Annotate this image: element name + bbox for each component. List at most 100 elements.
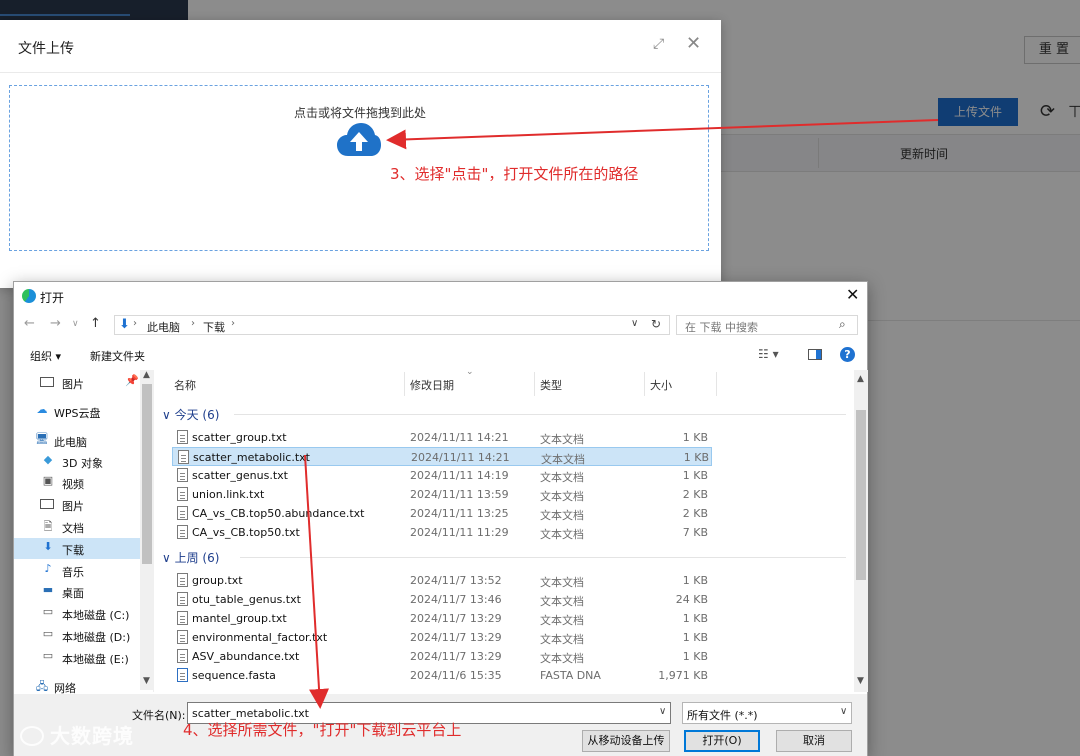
- navigation-sidebar: 图片 📌 ☁ WPS云盘 🖥 此电脑 ◆ 3D 对象 ▣ 视频 图片 🗎 文档 …: [14, 370, 154, 695]
- scrollbar-thumb[interactable]: [142, 384, 152, 564]
- search-input[interactable]: 在 下载 中搜索 ⌕: [676, 315, 858, 335]
- file-row[interactable]: mantel_group.txt 2024/11/7 13:29 文本文档 1 KB: [172, 609, 712, 628]
- breadcrumb-this-pc[interactable]: 此电脑: [147, 319, 180, 335]
- file-name: otu_table_genus.txt: [192, 593, 301, 606]
- file-list: 名称 ⌄ 修改日期 类型 大小 ∨ 今天 (6) scatter_group.t…: [160, 367, 854, 692]
- sort-caret-icon: ⌄: [466, 367, 474, 377]
- new-folder-button[interactable]: 新建文件夹: [90, 348, 145, 364]
- forward-arrow-icon[interactable]: →: [50, 316, 61, 331]
- back-arrow-icon[interactable]: ←: [24, 316, 35, 331]
- file-date: 2024/11/11 13:25: [410, 507, 509, 520]
- network-icon: 🖧: [35, 680, 49, 693]
- file-row[interactable]: scatter_genus.txt 2024/11/11 14:19 文本文档 1 K…: [172, 466, 712, 485]
- file-type: 文本文档: [540, 471, 584, 484]
- sidebar-item-drive-c[interactable]: ▭ 本地磁盘 (C:): [14, 603, 140, 624]
- dialog-close-icon[interactable]: ✕: [846, 285, 859, 304]
- scroll-down-icon[interactable]: ▼: [857, 676, 864, 686]
- fasta-file-icon: [177, 668, 188, 682]
- collapse-icon: ∨: [162, 551, 175, 565]
- file-name: mantel_group.txt: [192, 612, 287, 625]
- file-name: scatter_genus.txt: [192, 469, 288, 482]
- navigation-bar: ← → ∨ ↑ ⬇ › 此电脑 › 下载 › ∨ ↻ 在 下载 中搜索 ⌕: [14, 312, 867, 338]
- text-file-icon: [177, 487, 188, 501]
- sidebar-item-videos[interactable]: ▣ 视频: [14, 472, 140, 493]
- file-name: CA_vs_CB.top50.abundance.txt: [192, 507, 365, 520]
- file-type: 文本文档: [540, 433, 584, 446]
- column-size[interactable]: 大小: [650, 377, 672, 393]
- fullscreen-icon[interactable]: ⤢: [653, 36, 664, 52]
- scroll-down-icon[interactable]: ▼: [143, 676, 150, 686]
- scroll-up-icon[interactable]: ▲: [857, 374, 864, 384]
- file-date: 2024/11/7 13:46: [410, 593, 502, 606]
- file-date: 2024/11/7 13:52: [410, 574, 502, 587]
- open-button[interactable]: 打开(O): [684, 730, 760, 752]
- organize-button[interactable]: 组织 ▾: [30, 348, 61, 364]
- text-file-icon: [177, 611, 188, 625]
- help-icon[interactable]: ?: [840, 347, 855, 362]
- group-header-today[interactable]: ∨ 今天 (6): [162, 406, 219, 423]
- text-file-icon: [177, 573, 188, 587]
- sidebar-item-3d-objects[interactable]: ◆ 3D 对象: [14, 451, 140, 472]
- search-placeholder: 在 下载 中搜索: [685, 321, 758, 334]
- file-row[interactable]: scatter_metabolic.txt 2024/11/11 14:21 文本文…: [172, 447, 712, 466]
- file-row[interactable]: environmental_factor.txt 2024/11/7 13:29 文…: [172, 628, 712, 647]
- this-pc-icon: 🖥: [35, 432, 49, 445]
- file-row[interactable]: union.link.txt 2024/11/11 13:59 文本文档 2 KB: [172, 485, 712, 504]
- upload-from-mobile-button[interactable]: 从移动设备上传: [582, 730, 670, 752]
- sidebar-item-pictures-pinned[interactable]: 图片 📌: [14, 372, 140, 393]
- file-size: 1 KB: [682, 631, 708, 644]
- column-name[interactable]: 名称: [174, 377, 196, 393]
- sidebar-item-downloads[interactable]: ⬇ 下载: [14, 538, 140, 559]
- file-row[interactable]: CA_vs_CB.top50.abundance.txt 2024/11/11 1…: [172, 504, 712, 523]
- text-file-icon: [177, 630, 188, 644]
- address-dropdown-icon[interactable]: ∨: [631, 318, 638, 329]
- column-date[interactable]: 修改日期: [410, 377, 454, 393]
- cloud-upload-icon[interactable]: [336, 122, 382, 158]
- sidebar-item-this-pc[interactable]: 🖥 此电脑: [14, 430, 140, 451]
- file-row[interactable]: sequence.fasta 2024/11/6 15:35 FASTA DNA 1,…: [172, 666, 712, 685]
- group-header-last-week[interactable]: ∨ 上周 (6): [162, 549, 219, 566]
- sidebar-item-desktop[interactable]: ▬ 桌面: [14, 581, 140, 602]
- sidebar-item-drive-e[interactable]: ▭ 本地磁盘 (E:): [14, 647, 140, 668]
- file-type: 文本文档: [540, 595, 584, 608]
- close-icon[interactable]: ✕: [686, 33, 701, 54]
- file-date: 2024/11/7 13:29: [410, 650, 502, 663]
- scrollbar-thumb[interactable]: [856, 410, 866, 580]
- sidebar-item-pictures[interactable]: 图片: [14, 494, 140, 515]
- file-date: 2024/11/11 14:21: [410, 431, 509, 444]
- file-row[interactable]: CA_vs_CB.top50.txt 2024/11/11 11:29 文本文档 7 …: [172, 523, 712, 542]
- up-arrow-icon[interactable]: ↑: [90, 316, 101, 331]
- view-options-icon[interactable]: ☷ ▾: [758, 347, 779, 361]
- file-name: sequence.fasta: [192, 669, 276, 682]
- file-row[interactable]: scatter_group.txt 2024/11/11 14:21 文本文档 1 K…: [172, 428, 712, 447]
- file-row[interactable]: ASV_abundance.txt 2024/11/7 13:29 文本文档 1 KB: [172, 647, 712, 666]
- collapse-icon: ∨: [162, 408, 175, 422]
- preview-pane-icon[interactable]: [808, 349, 822, 360]
- sidebar-item-wps-cloud[interactable]: ☁ WPS云盘: [14, 401, 140, 422]
- text-file-icon: [177, 525, 188, 539]
- sidebar-scrollbar[interactable]: ▲ ▼: [140, 370, 154, 690]
- file-type-dropdown-icon[interactable]: ∨: [840, 706, 847, 717]
- cancel-button[interactable]: 取消: [776, 730, 852, 752]
- file-type: 文本文档: [541, 453, 585, 466]
- column-type[interactable]: 类型: [540, 377, 562, 393]
- breadcrumb-downloads[interactable]: 下载: [203, 319, 225, 335]
- downloads-folder-icon: ⬇: [119, 317, 130, 332]
- file-size: 1 KB: [682, 469, 708, 482]
- sidebar-item-music[interactable]: ♪ 音乐: [14, 560, 140, 581]
- file-list-scrollbar[interactable]: ▲ ▼: [854, 370, 868, 692]
- scroll-up-icon[interactable]: ▲: [143, 370, 150, 380]
- address-refresh-icon[interactable]: ↻: [651, 317, 661, 331]
- file-row[interactable]: otu_table_genus.txt 2024/11/7 13:46 文本文档 24…: [172, 590, 712, 609]
- sidebar-item-documents[interactable]: 🗎 文档: [14, 516, 140, 537]
- file-date: 2024/11/7 13:29: [410, 631, 502, 644]
- filename-dropdown-icon[interactable]: ∨: [659, 706, 666, 717]
- sidebar-item-drive-d[interactable]: ▭ 本地磁盘 (D:): [14, 625, 140, 646]
- file-type-select[interactable]: 所有文件 (*.*): [682, 702, 852, 724]
- file-size: 1 KB: [682, 650, 708, 663]
- text-file-icon: [177, 649, 188, 663]
- recent-dropdown-icon[interactable]: ∨: [72, 319, 79, 329]
- file-row[interactable]: group.txt 2024/11/7 13:52 文本文档 1 KB: [172, 571, 712, 590]
- address-bar[interactable]: ⬇ › 此电脑 › 下载 › ∨ ↻: [114, 315, 670, 335]
- desktop-icon: ▬: [42, 583, 54, 596]
